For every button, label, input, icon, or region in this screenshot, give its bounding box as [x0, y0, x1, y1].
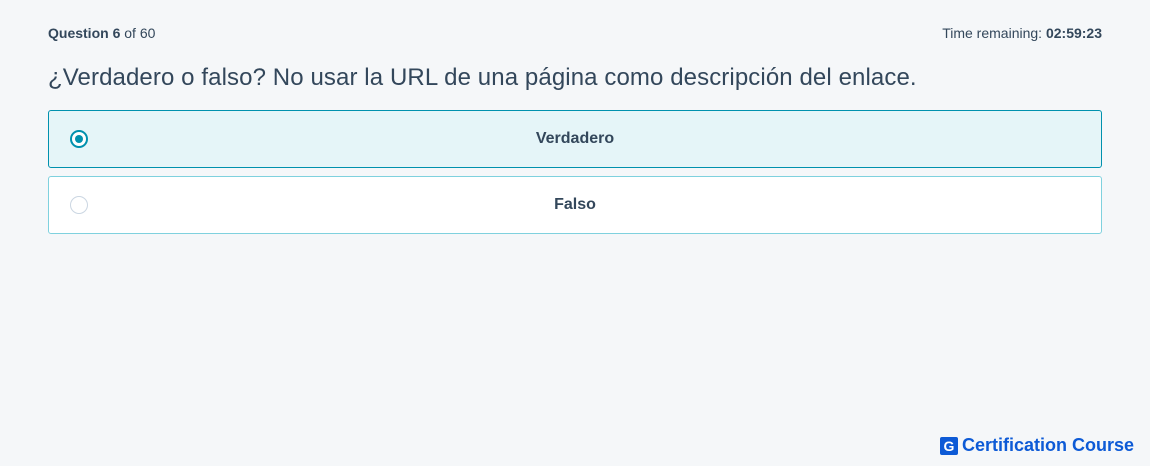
question-number: Question 6 — [48, 25, 121, 41]
question-text: ¿Verdadero o falso? No usar la URL de un… — [48, 64, 917, 91]
answer-option-label: Verdadero — [535, 130, 615, 147]
timer-label: Time remaining: — [942, 25, 1043, 41]
brand-g-icon: G — [939, 436, 958, 455]
question-total: 60 — [139, 25, 156, 41]
answer-option-falso[interactable]: Falso — [48, 176, 1102, 234]
brand-name: Certification Course — [961, 435, 1134, 455]
radio-selected-icon[interactable] — [70, 130, 88, 148]
quiz-header: Question 6 of 60 Time remaining: 02:59:2… — [48, 24, 1102, 42]
question-counter: Question 6 of 60 — [48, 25, 156, 41]
brand-logo: G Certification Course — [939, 435, 1134, 456]
timer-value: 02:59:23 — [1045, 25, 1102, 41]
radio-unselected-icon[interactable] — [70, 196, 88, 214]
timer: Time remaining: 02:59:23 — [942, 25, 1102, 41]
answer-option-verdadero[interactable]: Verdadero — [48, 110, 1102, 168]
answer-option-label: Falso — [554, 196, 596, 213]
